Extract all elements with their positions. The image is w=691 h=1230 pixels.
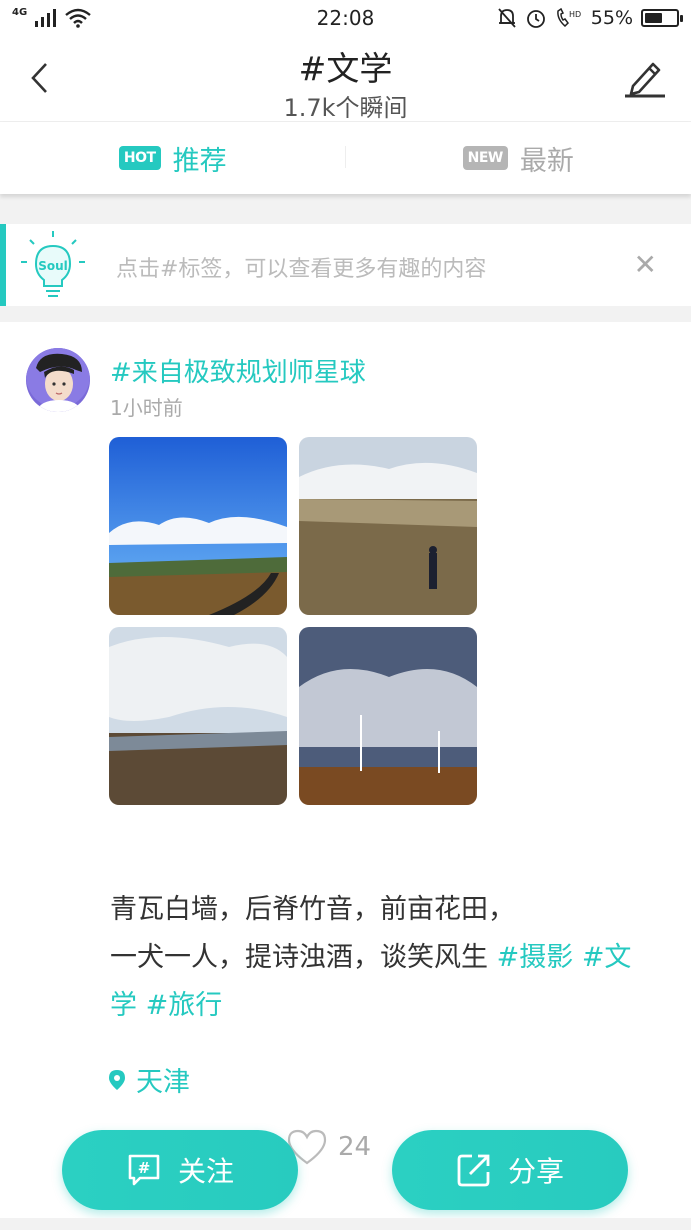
tab-recommended[interactable]: HOT 推荐: [0, 122, 346, 194]
location-pin-icon: [109, 1069, 125, 1090]
close-icon[interactable]: ✕: [634, 248, 657, 281]
svg-text:Soul: Soul: [38, 259, 68, 273]
post-text: 青瓦白墙，后脊竹音，前亩花田， 一犬一人，提诗浊酒，谈笑风生 #摄影 #文学 #…: [110, 886, 650, 1030]
share-label: 分享: [507, 1155, 564, 1188]
status-bar: 4G 22:08 HD 55%: [0, 0, 691, 36]
divider-band: [0, 306, 691, 322]
clock: 22:08: [316, 6, 375, 30]
hashtag-link[interactable]: #旅行: [146, 990, 223, 1021]
hashtag-bubble-icon: #: [128, 1154, 160, 1186]
post-text-line: 一犬一人，提诗浊酒，谈笑风生 #摄影 #文学 #旅行: [110, 934, 650, 1030]
post-photo[interactable]: [299, 437, 477, 615]
avatar[interactable]: [26, 348, 90, 412]
post-planet-tag[interactable]: #来自极致规划师星球: [110, 352, 366, 389]
page-title: #文学: [298, 49, 393, 88]
post-text-segment: 一犬一人，提诗浊酒，谈笑风生: [110, 942, 497, 973]
tab-latest[interactable]: NEW 最新: [346, 122, 691, 194]
post-photo[interactable]: [109, 437, 287, 615]
battery-icon: [641, 9, 683, 27]
share-button[interactable]: 分享: [392, 1130, 628, 1210]
post-time: 1小时前: [110, 396, 183, 420]
post-photo[interactable]: [109, 627, 287, 805]
post-photo[interactable]: [299, 627, 477, 805]
new-badge: NEW: [462, 146, 508, 170]
follow-button[interactable]: # 关注: [62, 1130, 298, 1210]
tab-divider: [345, 146, 346, 168]
moment-count: 1.7k个瞬间: [283, 94, 408, 122]
like-button[interactable]: 24: [286, 1128, 371, 1166]
soul-lightbulb-icon: Soul: [21, 231, 85, 297]
edit-button[interactable]: [621, 56, 669, 100]
tip-text: 点击#标签，可以查看更多有趣的内容: [116, 257, 487, 282]
share-icon: [457, 1154, 490, 1187]
topic-header: #文学 1.7k个瞬间: [0, 36, 691, 122]
post-text-line: 青瓦白墙，后脊竹音，前亩花田，: [110, 894, 515, 925]
location-name: 天津: [136, 1067, 190, 1098]
hot-badge: HOT: [118, 146, 161, 170]
like-count: 24: [338, 1132, 372, 1162]
tip-accent-bar: [0, 224, 6, 306]
tab-label: 推荐: [172, 145, 227, 177]
tip-banner[interactable]: Soul 点击#标签，可以查看更多有趣的内容 ✕: [0, 224, 691, 306]
divider-band: [0, 194, 691, 224]
tab-label: 最新: [519, 145, 574, 177]
location-tag[interactable]: 天津: [108, 1060, 190, 1099]
tab-bar: HOT 推荐 NEW 最新: [0, 122, 691, 194]
divider-band: [0, 1218, 691, 1230]
svg-text:#: #: [138, 1159, 151, 1177]
pencil-icon: [625, 62, 665, 98]
follow-label: 关注: [177, 1155, 234, 1188]
hashtag-link[interactable]: #摄影: [497, 942, 574, 973]
